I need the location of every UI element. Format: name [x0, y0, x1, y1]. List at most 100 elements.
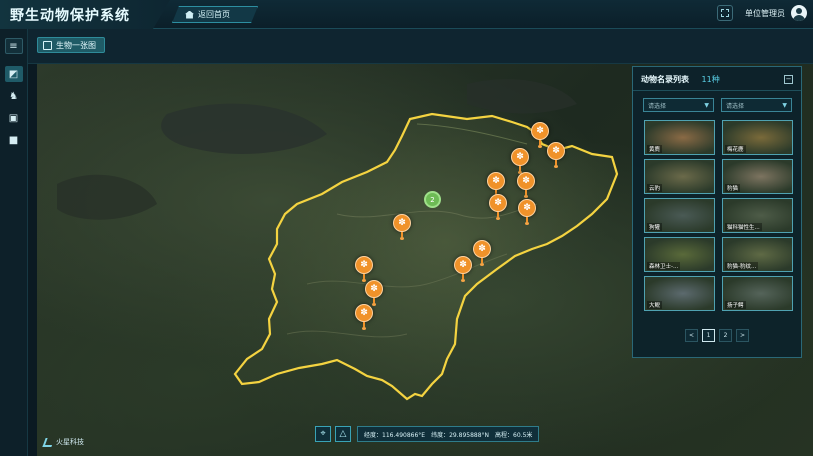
prev-page-button[interactable]: <	[685, 329, 698, 342]
species-card[interactable]: 豹猫-豹纹...	[722, 237, 793, 272]
species-name: 梅花鹿	[725, 145, 746, 153]
species-grid: 黄麂 梅花鹿云豹 豹猫狗獾 猫科猫性生... 森林卫士-... 豹猫-豹纹... 大鲵 扬子鳄	[633, 112, 801, 311]
home-tab-label: 返回首页	[198, 10, 230, 19]
toolbar-strip	[28, 29, 813, 64]
species-card[interactable]: 扬子鳄	[722, 276, 793, 311]
animal-marker[interactable]: ✽	[454, 256, 472, 282]
animal-marker[interactable]: ✽	[511, 148, 529, 174]
animal-marker[interactable]: ✽	[365, 280, 383, 306]
brand-logo: 火星科技	[42, 437, 84, 447]
minus-icon: −	[785, 75, 792, 83]
lng-value: 116.490866°E	[382, 431, 426, 439]
animal-marker[interactable]: ✽	[355, 256, 373, 282]
menu-toggle-button[interactable]: ≡	[4, 38, 23, 54]
species-card[interactable]: 森林卫士-...	[644, 237, 715, 272]
species-count: 11种	[701, 75, 720, 84]
animal-marker[interactable]: ✽	[473, 240, 491, 266]
coordinate-bar: ⌖ △ 经度：116.490866°E 纬度：29.895888°N 高程：60…	[315, 426, 540, 442]
alt-value: 60.5米	[513, 431, 533, 439]
map-icon: ◩	[8, 68, 19, 80]
species-card[interactable]: 豹猫	[722, 159, 793, 194]
paw-icon: ✽	[454, 256, 472, 274]
panel-title: 动物名录列表	[641, 75, 689, 84]
map-tab-label: 生物一张图	[56, 40, 96, 50]
deer-icon: ♞	[9, 90, 18, 102]
rail-item-species[interactable]: ♞	[5, 88, 23, 104]
paw-icon: ✽	[355, 304, 373, 322]
filter-select-2[interactable]: 请选择 ▼	[721, 98, 792, 112]
paw-icon: ✽	[355, 256, 373, 274]
species-name: 豹猫-豹纹...	[725, 262, 759, 270]
paw-icon: ✽	[365, 280, 383, 298]
species-card[interactable]: 梅花鹿	[722, 120, 793, 155]
animal-marker[interactable]: ✽	[487, 172, 505, 198]
species-card[interactable]: 云豹	[644, 159, 715, 194]
animal-marker[interactable]: ✽	[547, 142, 565, 168]
chevron-down-icon: ▼	[704, 101, 709, 109]
tab-map-overview[interactable]: 生物一张图	[37, 37, 105, 53]
left-rail: ≡ ◩ ♞ ▣ ■	[0, 29, 28, 456]
species-name: 猫科猫性生...	[725, 223, 762, 231]
measure-icon: △	[339, 429, 347, 439]
species-name: 狗獾	[647, 223, 663, 231]
fullscreen-button[interactable]	[717, 5, 733, 21]
animal-marker[interactable]: ✽	[518, 199, 536, 225]
next-page-button[interactable]: >	[736, 329, 749, 342]
paw-icon: ✽	[531, 122, 549, 140]
rail-item-media[interactable]: ▣	[5, 110, 23, 126]
scan-icon	[721, 9, 729, 17]
collapse-button[interactable]: −	[784, 75, 793, 84]
cluster-marker[interactable]: 2	[424, 191, 441, 208]
animal-marker[interactable]: ✽	[517, 172, 535, 198]
folder-icon: ■	[8, 134, 19, 146]
filter-select-1[interactable]: 请选择 ▼	[643, 98, 714, 112]
avatar[interactable]	[791, 5, 807, 21]
paw-icon: ✽	[547, 142, 565, 160]
lake	[161, 103, 327, 154]
rail-item-map[interactable]: ◩	[4, 66, 23, 82]
animal-marker[interactable]: ✽	[393, 214, 411, 240]
species-name: 黄麂	[647, 145, 663, 153]
animal-marker[interactable]: ✽	[355, 304, 373, 330]
user-area: 单位管理员	[717, 5, 807, 21]
species-panel: 动物名录列表 11种 − 请选择 ▼ 请选择 ▼ 黄麂 梅花鹿 云豹 豹猫 狗獾 猫科猫性生.…	[632, 66, 802, 358]
page-button-2[interactable]: 2	[719, 329, 732, 342]
species-name: 云豹	[647, 184, 663, 192]
animal-marker[interactable]: ✽	[489, 194, 507, 220]
paw-icon: ✽	[511, 148, 529, 166]
logo-mark-icon	[42, 437, 55, 447]
image-icon: ▣	[8, 112, 19, 124]
paw-icon: ✽	[517, 172, 535, 190]
lat-value: 29.895888°N	[449, 431, 490, 439]
page-button-1[interactable]: 1	[702, 329, 715, 342]
alt-label: 高程：	[495, 431, 514, 439]
paw-icon: ✽	[487, 172, 505, 190]
paw-icon: ✽	[473, 240, 491, 258]
species-name: 豹猫	[725, 184, 741, 192]
species-card[interactable]: 狗獾	[644, 198, 715, 233]
menu-icon: ≡	[9, 40, 18, 52]
species-name: 森林卫士-...	[647, 262, 681, 270]
home-tab[interactable]: 返回首页	[172, 6, 258, 23]
species-name: 大鲵	[647, 301, 663, 309]
measure-button[interactable]: △	[335, 426, 351, 442]
lat-label: 纬度：	[431, 431, 450, 439]
species-card[interactable]: 黄麂	[644, 120, 715, 155]
coordinate-readout: 经度：116.490866°E 纬度：29.895888°N 高程：60.5米	[357, 426, 540, 442]
paw-icon: ✽	[393, 214, 411, 232]
filter-2-value: 请选择	[726, 102, 745, 110]
paw-icon: ✽	[518, 199, 536, 217]
app-header: 野生动物保护系统 返回首页 单位管理员	[0, 0, 813, 29]
home-icon	[185, 10, 194, 19]
species-card[interactable]: 猫科猫性生...	[722, 198, 793, 233]
brand-name: 火星科技	[56, 438, 84, 446]
locate-button[interactable]: ⌖	[315, 426, 331, 442]
rail-item-files[interactable]: ■	[5, 132, 23, 148]
user-name[interactable]: 单位管理员	[745, 8, 785, 19]
lake	[57, 174, 157, 220]
map-tab-icon	[43, 40, 52, 50]
paw-icon: ✽	[489, 194, 507, 212]
app-title: 野生动物保护系统	[10, 8, 130, 24]
crosshair-icon: ⌖	[320, 429, 326, 439]
species-card[interactable]: 大鲵	[644, 276, 715, 311]
